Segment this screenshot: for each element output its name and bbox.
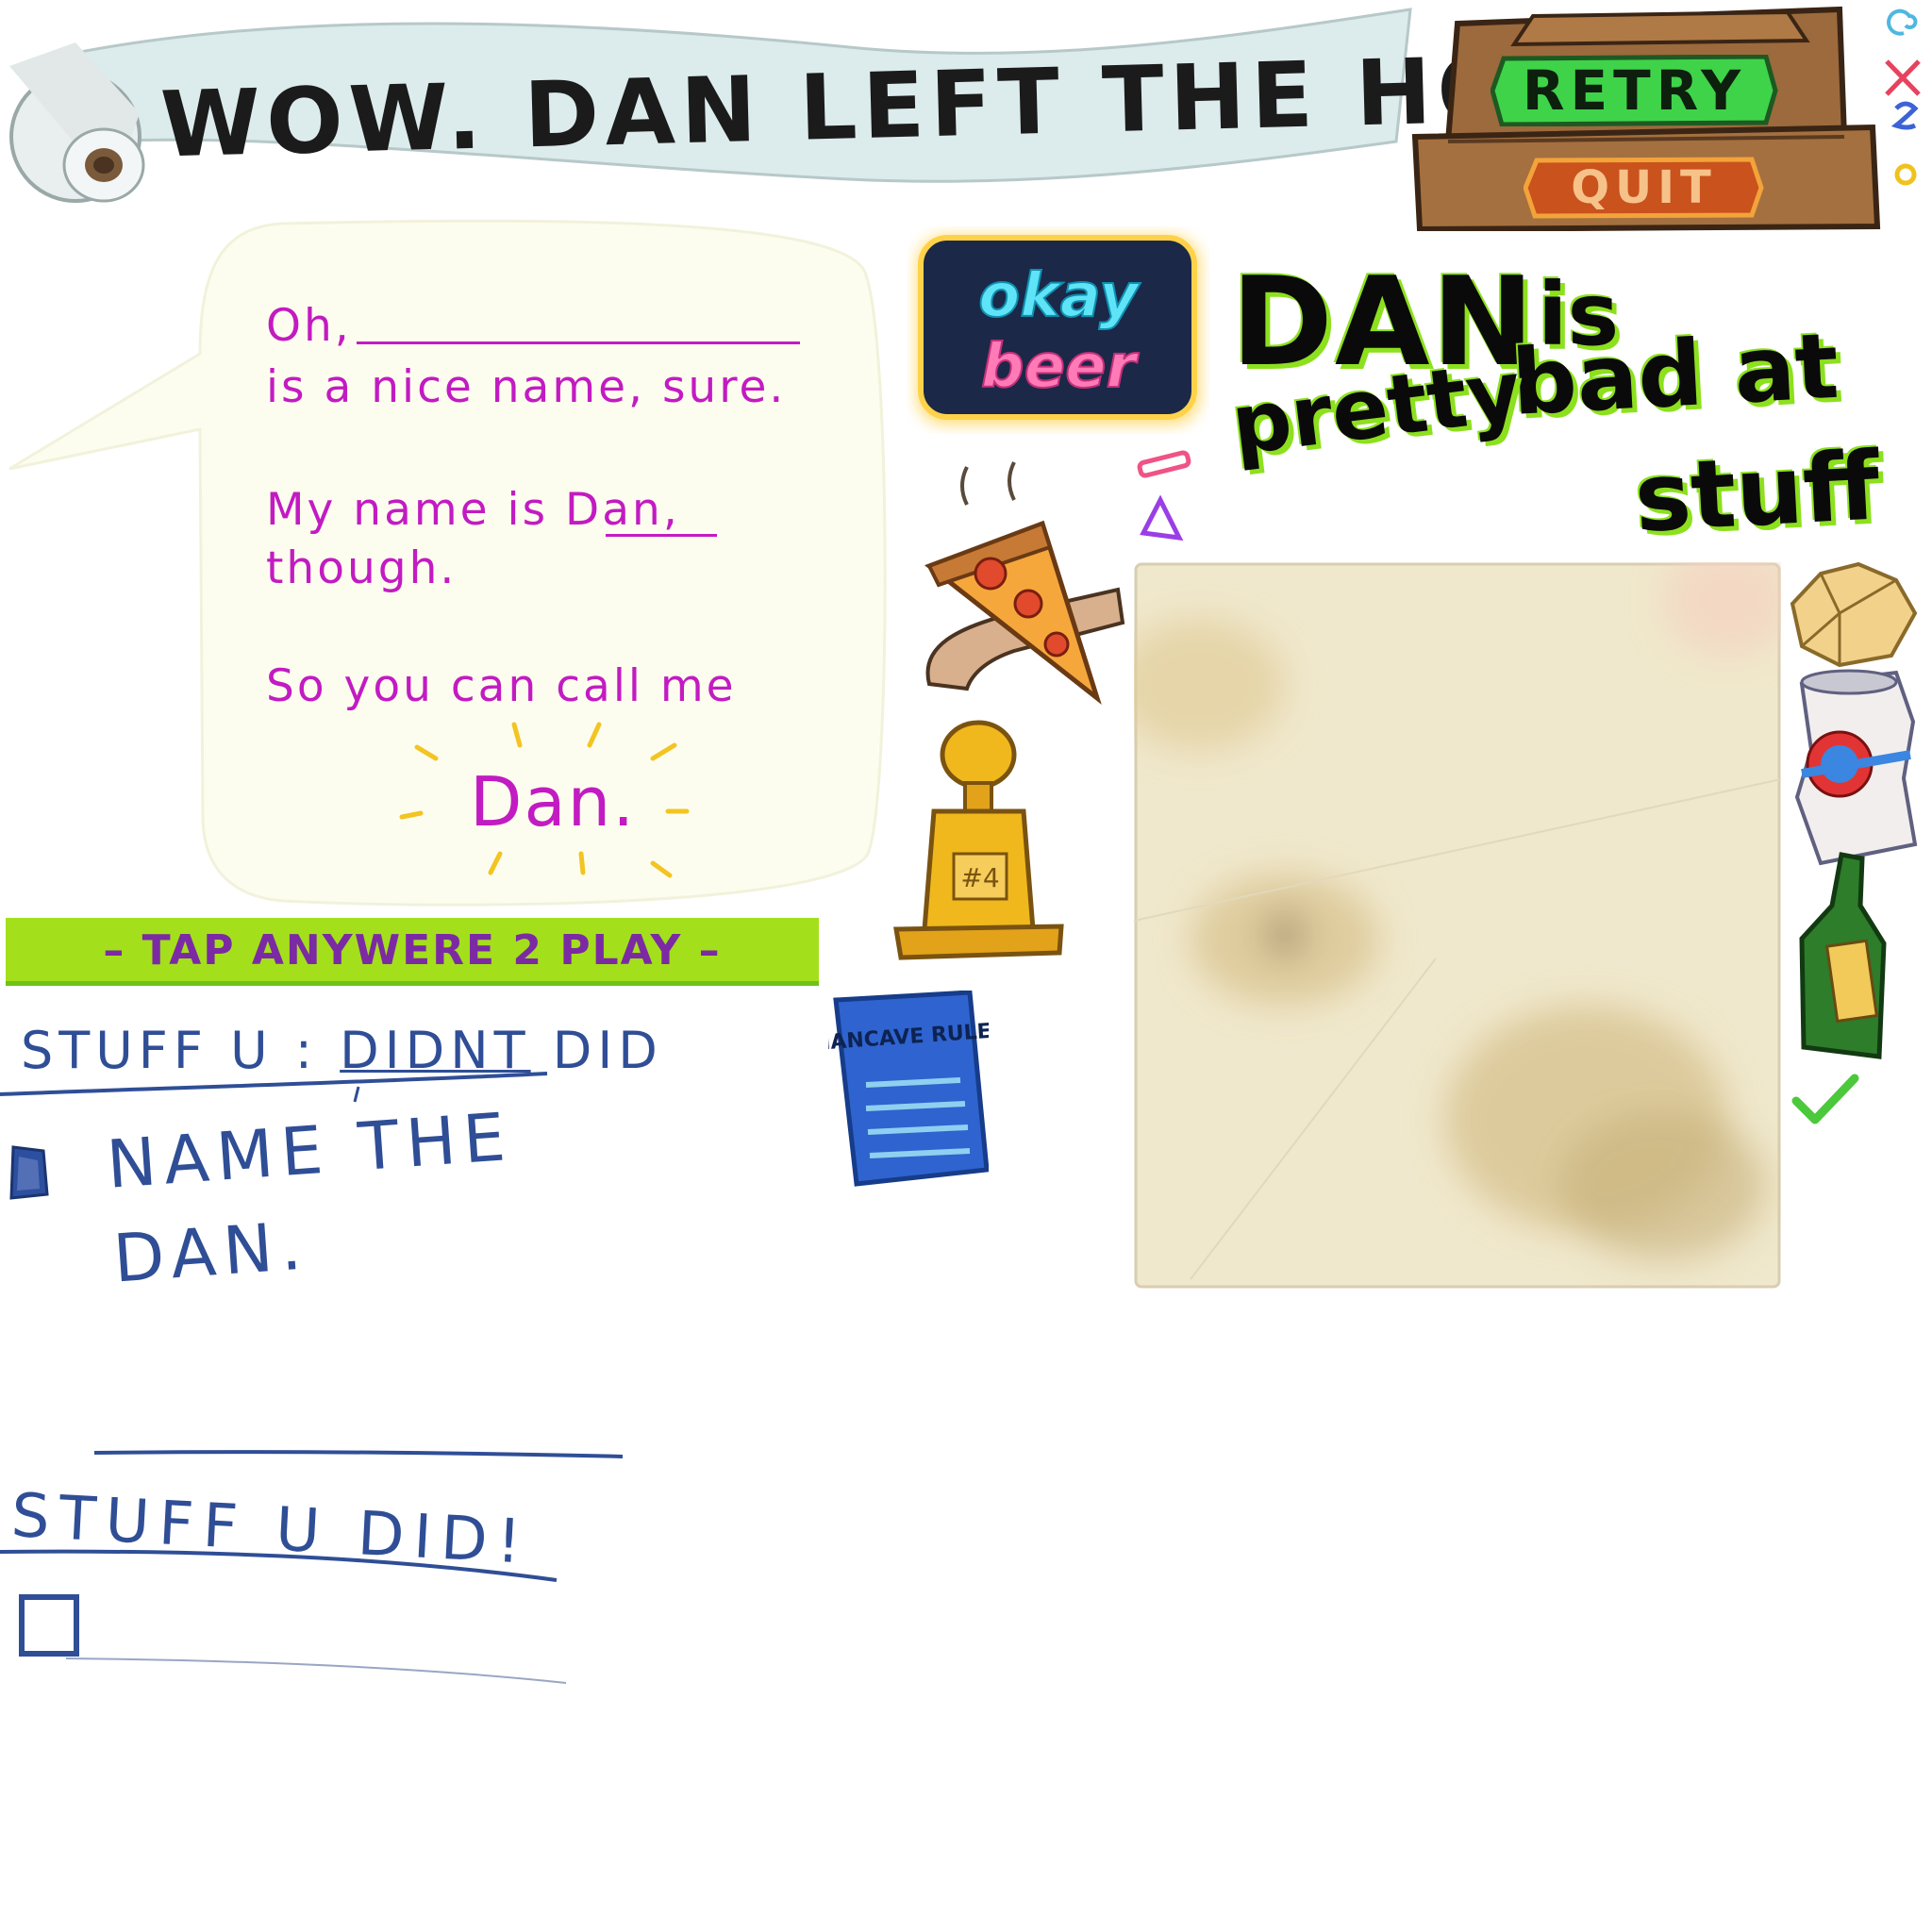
dialog-line-myname: My name is Dan, bbox=[266, 484, 680, 536]
shape-doodles bbox=[1137, 450, 1191, 541]
tap-to-play-bar[interactable]: – TAP ANYWERE 2 PLAY – bbox=[6, 918, 819, 986]
doodle-icons bbox=[1885, 8, 1921, 186]
crumpled-paper-icon bbox=[1790, 561, 1918, 668]
didnt-heading-suffix: DID bbox=[552, 1021, 663, 1080]
tap-to-play-label: – TAP ANYWERE 2 PLAY – bbox=[103, 926, 722, 974]
rating-word-stuff: stuff bbox=[1632, 430, 1883, 554]
retry-button[interactable]: RETRY bbox=[1491, 55, 1778, 126]
dialog-line-oh: Oh, bbox=[266, 300, 352, 352]
neon-line-2: beer bbox=[981, 332, 1140, 402]
did-checkbox[interactable] bbox=[19, 1594, 79, 1657]
trophy-plaque-label: #4 bbox=[960, 862, 999, 893]
dialog-line-though: though. bbox=[266, 542, 458, 594]
task-name-the-dan: NAME THE DAN. bbox=[104, 1097, 516, 1298]
dialog-line-nice: is a nice name, sure. bbox=[266, 361, 787, 413]
did-underline bbox=[0, 1549, 558, 1582]
beer-bottle-icon bbox=[1799, 852, 1887, 1059]
rating-word-badat: bad at bbox=[1509, 312, 1841, 436]
retry-label: RETRY bbox=[1522, 58, 1747, 123]
napkin-panel bbox=[1134, 562, 1781, 1289]
checkmark-icon bbox=[1791, 1074, 1859, 1124]
mancave-rulebook-icon: MANCAVE RULES bbox=[828, 991, 989, 1187]
dialog-myname-dan: Dan, bbox=[565, 484, 680, 536]
did-task-line bbox=[66, 1657, 567, 1684]
okay-beer-neon-sign: okay beer bbox=[917, 235, 1200, 425]
divider-line bbox=[94, 1450, 623, 1458]
dialog-line-callme: So you can call me bbox=[266, 660, 737, 712]
dialog-myname-text: My name is bbox=[266, 484, 549, 536]
neon-line-1: okay bbox=[978, 261, 1141, 331]
dan-underline bbox=[606, 534, 717, 537]
name-blank-line bbox=[357, 341, 800, 344]
trophy-icon: #4 bbox=[893, 720, 1064, 960]
pizza-slice-icon bbox=[924, 461, 1125, 705]
quit-label: QUIT bbox=[1571, 161, 1717, 214]
crushed-can-icon bbox=[1794, 669, 1918, 866]
dialog-dan-name: Dan. bbox=[470, 762, 637, 841]
quit-button[interactable]: QUIT bbox=[1524, 157, 1764, 219]
task-checkbox[interactable] bbox=[6, 1141, 53, 1200]
